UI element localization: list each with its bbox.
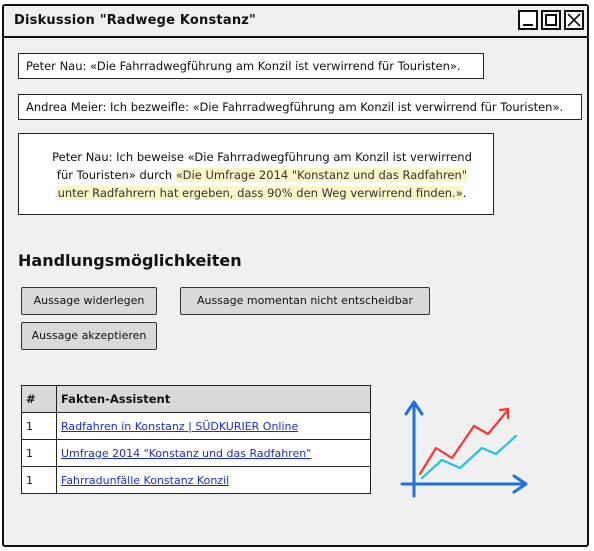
col-title-header: Fakten-Assistent — [56, 385, 371, 413]
facts-header-row: # Fakten-Assistent — [21, 385, 371, 413]
undecidable-button[interactable]: Aussage momentan nicht entscheidbar — [180, 287, 430, 315]
fact-link[interactable]: Fahrradunfälle Konstanz Konzil — [61, 474, 229, 487]
row-num: 1 — [21, 439, 57, 467]
statement-2: Andrea Meier: Ich bezweifle: «Die Fahrra… — [18, 94, 582, 120]
maximize-icon — [545, 14, 557, 26]
facts-table: # Fakten-Assistent 1 Radfahren in Konsta… — [21, 385, 371, 494]
refute-button[interactable]: Aussage widerlegen — [21, 287, 157, 315]
statement-3: Peter Nau: Ich beweise «Die Fahrradwegfü… — [18, 133, 494, 215]
trend-chart-icon — [400, 400, 528, 498]
maximize-button[interactable] — [541, 10, 561, 30]
minimize-icon — [523, 24, 533, 26]
statement-3-suffix: . — [462, 186, 467, 200]
window-title: Diskussion "Radwege Konstanz" — [14, 13, 257, 28]
close-button[interactable] — [564, 10, 584, 30]
discussion-window: Diskussion "Radwege Konstanz" Peter Nau:… — [2, 4, 589, 547]
row-num: 1 — [21, 466, 57, 494]
table-row: 1 Fahrradunfälle Konstanz Konzil — [21, 466, 371, 494]
col-num-header: # — [21, 385, 57, 413]
statement-1: Peter Nau: «Die Fahrradwegführung am Kon… — [18, 53, 484, 79]
close-icon — [567, 13, 581, 27]
fact-link[interactable]: Radfahren in Konstanz | SÜDKURIER Online — [61, 420, 298, 433]
minimize-button[interactable] — [518, 10, 538, 30]
title-bar: Diskussion "Radwege Konstanz" — [4, 6, 587, 38]
statement-1-text: Peter Nau: «Die Fahrradwegführung am Kon… — [26, 59, 461, 73]
actions-heading: Handlungsmöglichkeiten — [18, 251, 242, 270]
table-row: 1 Radfahren in Konstanz | SÜDKURIER Onli… — [21, 412, 371, 440]
table-row: 1 Umfrage 2014 "Konstanz und das Radfahr… — [21, 439, 371, 467]
accept-button[interactable]: Aussage akzeptieren — [21, 322, 157, 350]
row-num: 1 — [21, 412, 57, 440]
statement-2-text: Andrea Meier: Ich bezweifle: «Die Fahrra… — [26, 100, 564, 114]
fact-link[interactable]: Umfrage 2014 "Konstanz und das Radfahren… — [61, 447, 311, 460]
